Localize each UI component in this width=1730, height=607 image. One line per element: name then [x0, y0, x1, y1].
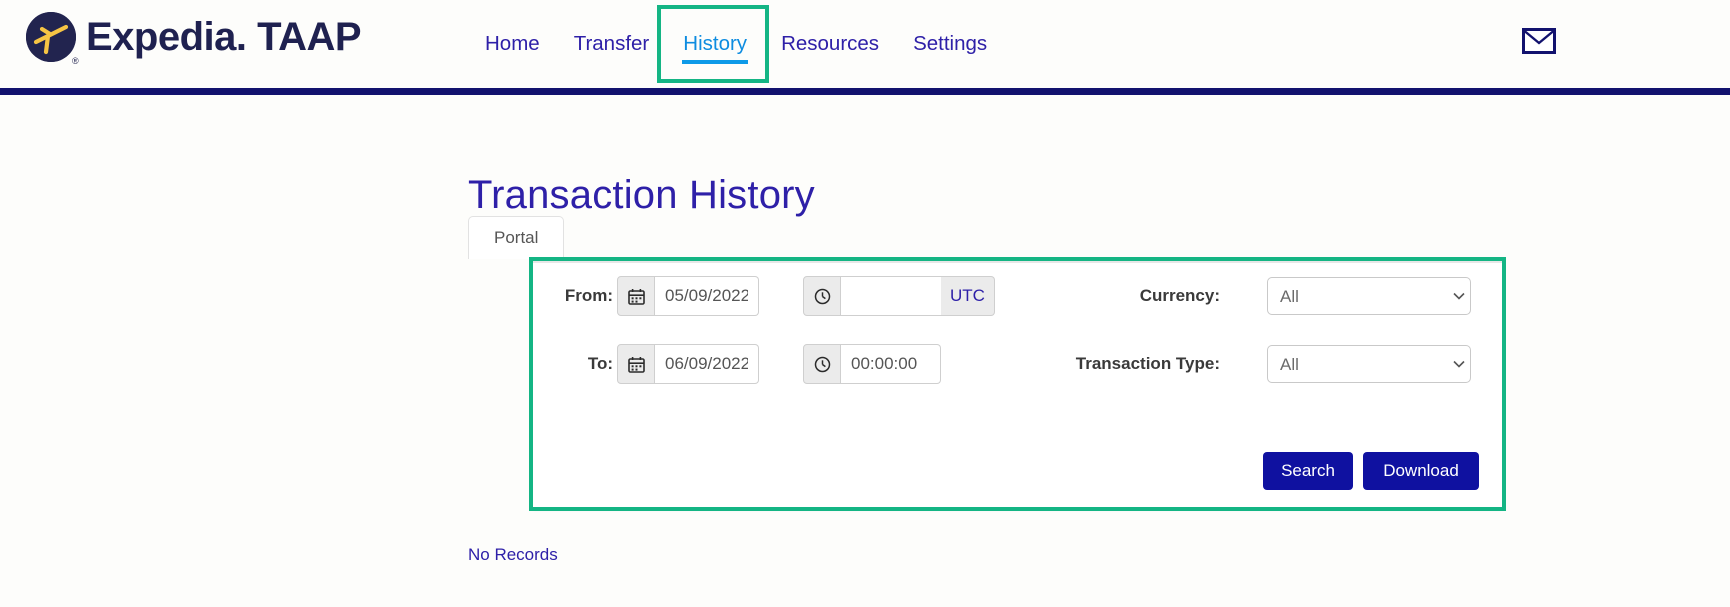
search-button[interactable]: Search [1263, 452, 1353, 490]
clock-icon[interactable] [803, 276, 841, 316]
nav-label-settings: Settings [913, 32, 988, 55]
nav-item-transfer[interactable]: Transfer [557, 0, 667, 88]
from-time-input[interactable] [841, 276, 941, 316]
nav-label-home: Home [485, 32, 540, 55]
nav-item-history[interactable]: History [666, 0, 764, 88]
nav-item-resources[interactable]: Resources [764, 0, 896, 88]
nav-label-history: History [683, 32, 748, 55]
page-root: Expedia. TAAP ® Home Transfer History Re… [0, 0, 1730, 607]
to-label: To: [587, 354, 613, 373]
currency-select[interactable]: All [1267, 277, 1471, 315]
transaction-type-label: Transaction Type: [1075, 354, 1220, 373]
nav-label-resources: Resources [781, 32, 880, 55]
from-label: From: [564, 286, 613, 305]
transaction-type-select[interactable]: All [1267, 345, 1471, 383]
currency-label: Currency: [1139, 286, 1220, 305]
nav-item-home[interactable]: Home [468, 0, 557, 88]
clock-icon[interactable] [803, 344, 841, 384]
to-time-input[interactable] [841, 344, 941, 384]
page-title: Transaction History [468, 172, 815, 217]
nav-active-underline [682, 60, 749, 64]
site-header: Expedia. TAAP ® Home Transfer History Re… [0, 0, 1730, 88]
logo-expedia-text: Expedia [86, 15, 236, 59]
no-records-message: No Records [468, 545, 558, 561]
main-navigation: Home Transfer History Resources Settings [468, 0, 1004, 88]
from-timezone-label: UTC [941, 276, 995, 316]
expedia-taap-logo[interactable]: Expedia. TAAP ® [26, 12, 362, 66]
to-time-input-group [803, 344, 941, 384]
envelope-icon[interactable] [1522, 28, 1556, 54]
download-button[interactable]: Download [1363, 452, 1479, 490]
search-panel: From: 05/09/2022 UTC Currency: All To: 0… [533, 261, 1502, 507]
tab-portal-label: Portal [494, 228, 539, 247]
expedia-plane-logo-icon [26, 12, 76, 62]
calendar-icon[interactable] [617, 344, 655, 384]
header-accent-bar [0, 88, 1730, 95]
from-date-input[interactable] [655, 276, 759, 316]
search-panel-wrapper: From: 05/09/2022 UTC Currency: All To: 0… [529, 257, 1506, 511]
tab-portal[interactable]: Portal [468, 216, 565, 259]
logo-dot: . [235, 15, 247, 59]
calendar-icon[interactable] [617, 276, 655, 316]
logo-taap-text: TAAP [246, 15, 362, 59]
logo-registered-mark: ® [72, 56, 79, 66]
from-date-input-group [617, 276, 759, 316]
logo-wordmark: Expedia. TAAP [86, 15, 362, 59]
nav-item-settings[interactable]: Settings [896, 0, 1004, 88]
nav-label-transfer: Transfer [573, 32, 650, 55]
from-time-input-group: UTC [803, 276, 995, 316]
to-date-input-group [617, 344, 759, 384]
to-date-input[interactable] [655, 344, 759, 384]
tab-bar: Portal [468, 216, 565, 259]
